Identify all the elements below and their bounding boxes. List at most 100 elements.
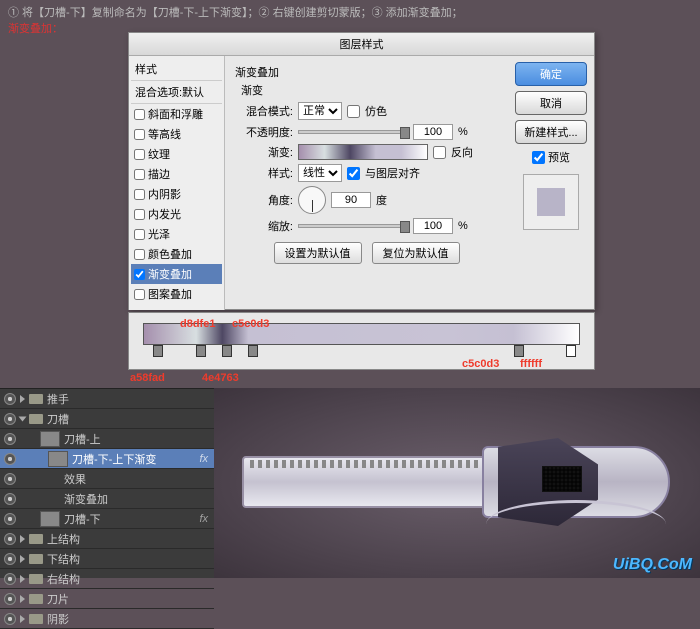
new-style-button[interactable]: 新建样式... (515, 120, 587, 144)
reset-default-button[interactable]: 复位为默认值 (372, 242, 460, 264)
checkbox[interactable] (134, 149, 145, 160)
layer-row[interactable]: 效果 (0, 469, 214, 489)
gradient-stop[interactable] (514, 345, 524, 357)
color-annotation: a58fad (130, 372, 165, 384)
color-annotation: d8dfe1 (180, 318, 215, 330)
opacity-slider[interactable] (298, 130, 408, 134)
color-annotation: ffffff (520, 358, 542, 370)
gradient-stop[interactable] (196, 345, 206, 357)
checkbox[interactable] (134, 109, 145, 120)
cancel-button[interactable]: 取消 (515, 91, 587, 115)
style-pattern-overlay[interactable]: 图案叠加 (131, 284, 222, 304)
gradient-stop[interactable] (222, 345, 232, 357)
panel-sub: 渐变 (241, 82, 498, 98)
folder-icon (29, 414, 43, 424)
scale-slider[interactable] (298, 224, 408, 228)
gradient-stop[interactable] (248, 345, 258, 357)
visibility-icon[interactable] (4, 473, 16, 485)
ok-button[interactable]: 确定 (515, 62, 587, 86)
checkbox[interactable] (134, 229, 145, 240)
opacity-input[interactable] (413, 124, 453, 140)
visibility-icon[interactable] (4, 453, 16, 465)
style-inner-shadow[interactable]: 内阴影 (131, 184, 222, 204)
style-gradient-overlay[interactable]: 渐变叠加 (131, 264, 222, 284)
reverse-checkbox[interactable] (433, 146, 446, 159)
layer-row[interactable]: 渐变叠加 (0, 489, 214, 509)
watermark: UiBQ.CoM (613, 556, 692, 574)
layer-thumbnail (40, 511, 60, 527)
layer-thumbnail (40, 431, 60, 447)
align-checkbox[interactable] (347, 167, 360, 180)
fx-badge[interactable]: fx (199, 513, 208, 525)
angle-label: 角度: (235, 192, 293, 208)
layer-row[interactable]: 刀槽-下-上下渐变fx (0, 449, 214, 469)
utility-knife-illustration (242, 438, 672, 528)
style-inner-glow[interactable]: 内发光 (131, 204, 222, 224)
gradient-style-select[interactable]: 线性 (298, 164, 342, 182)
color-annotation: c5c0d3 (462, 358, 499, 370)
layer-row[interactable]: 刀槽-上 (0, 429, 214, 449)
visibility-icon[interactable] (4, 573, 16, 585)
gradient-stop[interactable] (566, 345, 576, 357)
fx-badge[interactable]: fx (199, 453, 208, 465)
checkbox[interactable] (134, 169, 145, 180)
folder-icon (29, 534, 43, 544)
chevron-right-icon[interactable] (20, 575, 25, 583)
chevron-right-icon[interactable] (20, 535, 25, 543)
chevron-right-icon[interactable] (20, 555, 25, 563)
layer-row[interactable]: 刀槽 (0, 409, 214, 429)
opacity-label: 不透明度: (235, 124, 293, 140)
style-label: 样式: (235, 165, 293, 181)
angle-dial[interactable] (298, 186, 326, 214)
checkbox[interactable] (134, 209, 145, 220)
canvas-preview: UiBQ.CoM (214, 388, 700, 578)
style-texture[interactable]: 纹理 (131, 144, 222, 164)
dither-checkbox[interactable] (347, 105, 360, 118)
layer-row[interactable]: 下结构 (0, 549, 214, 569)
checkbox[interactable] (134, 189, 145, 200)
layer-row[interactable]: 刀槽-下fx (0, 509, 214, 529)
checkbox[interactable] (134, 289, 145, 300)
visibility-icon[interactable] (4, 493, 16, 505)
visibility-icon[interactable] (4, 393, 16, 405)
blending-options[interactable]: 混合选项:默认 (131, 81, 222, 104)
visibility-icon[interactable] (4, 413, 16, 425)
style-contour[interactable]: 等高线 (131, 124, 222, 144)
angle-input[interactable] (331, 192, 371, 208)
visibility-icon[interactable] (4, 593, 16, 605)
preview-checkbox[interactable] (532, 151, 545, 164)
blend-mode-select[interactable]: 正常 (298, 102, 342, 120)
visibility-icon[interactable] (4, 613, 16, 625)
make-default-button[interactable]: 设置为默认值 (274, 242, 362, 264)
style-header: 样式 (131, 58, 222, 81)
visibility-icon[interactable] (4, 433, 16, 445)
dither-label: 仿色 (365, 103, 387, 119)
layer-row[interactable]: 推手 (0, 389, 214, 409)
chevron-right-icon[interactable] (20, 595, 25, 603)
checkbox[interactable] (134, 129, 145, 140)
visibility-icon[interactable] (4, 513, 16, 525)
style-satin[interactable]: 光泽 (131, 224, 222, 244)
gradient-overlay-panel: 渐变叠加 渐变 混合模式: 正常 仿色 不透明度: % 渐变: 反向 样式: 线… (225, 56, 508, 310)
chevron-right-icon[interactable] (20, 615, 25, 623)
gradient-swatch[interactable] (298, 144, 428, 160)
style-stroke[interactable]: 描边 (131, 164, 222, 184)
layer-row[interactable]: 刀片 (0, 589, 214, 609)
gradient-label: 渐变: (235, 144, 293, 160)
layer-row[interactable]: 右结构 (0, 569, 214, 589)
layer-row[interactable]: 上结构 (0, 529, 214, 549)
visibility-icon[interactable] (4, 553, 16, 565)
style-bevel[interactable]: 斜面和浮雕 (131, 104, 222, 124)
checkbox[interactable] (134, 249, 145, 260)
checkbox[interactable] (134, 269, 145, 280)
visibility-icon[interactable] (4, 533, 16, 545)
gradient-stop[interactable] (153, 345, 163, 357)
color-annotation: 4e4763 (202, 372, 239, 384)
chevron-right-icon[interactable] (20, 395, 25, 403)
align-label: 与图层对齐 (365, 165, 420, 181)
scale-input[interactable] (413, 218, 453, 234)
chevron-down-icon[interactable] (19, 416, 27, 421)
style-color-overlay[interactable]: 颜色叠加 (131, 244, 222, 264)
layer-row[interactable]: 阴影 (0, 609, 214, 629)
folder-icon (29, 554, 43, 564)
